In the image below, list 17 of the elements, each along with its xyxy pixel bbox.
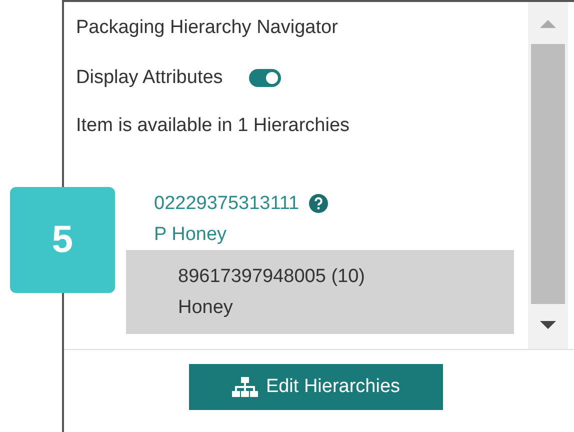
scroll-down-icon[interactable]: [540, 321, 556, 329]
display-attributes-toggle[interactable]: [248, 69, 281, 87]
panel-title: Packaging Hierarchy Navigator: [76, 16, 339, 40]
hierarchy-icon: [232, 377, 258, 397]
item-code: 02229375313111: [154, 192, 300, 216]
step-badge: 5: [10, 187, 115, 293]
edit-hierarchies-button[interactable]: Edit Hierarchies: [189, 364, 443, 410]
help-icon[interactable]: [309, 194, 328, 213]
item-code: 89617397948005 (10): [178, 265, 366, 289]
tree-item[interactable]: 02229375313111 P Honey: [126, 188, 514, 250]
display-attributes-label: Display Attributes: [76, 66, 223, 90]
scrollbar[interactable]: [528, 2, 568, 349]
scroll-thumb[interactable]: [531, 44, 565, 304]
availability-text: Item is available in 1 Hierarchies: [76, 114, 351, 138]
item-name: P Honey: [154, 223, 228, 247]
tree-item[interactable]: 89617397948005 (10) Honey: [126, 250, 514, 334]
item-name: Honey: [178, 296, 234, 320]
